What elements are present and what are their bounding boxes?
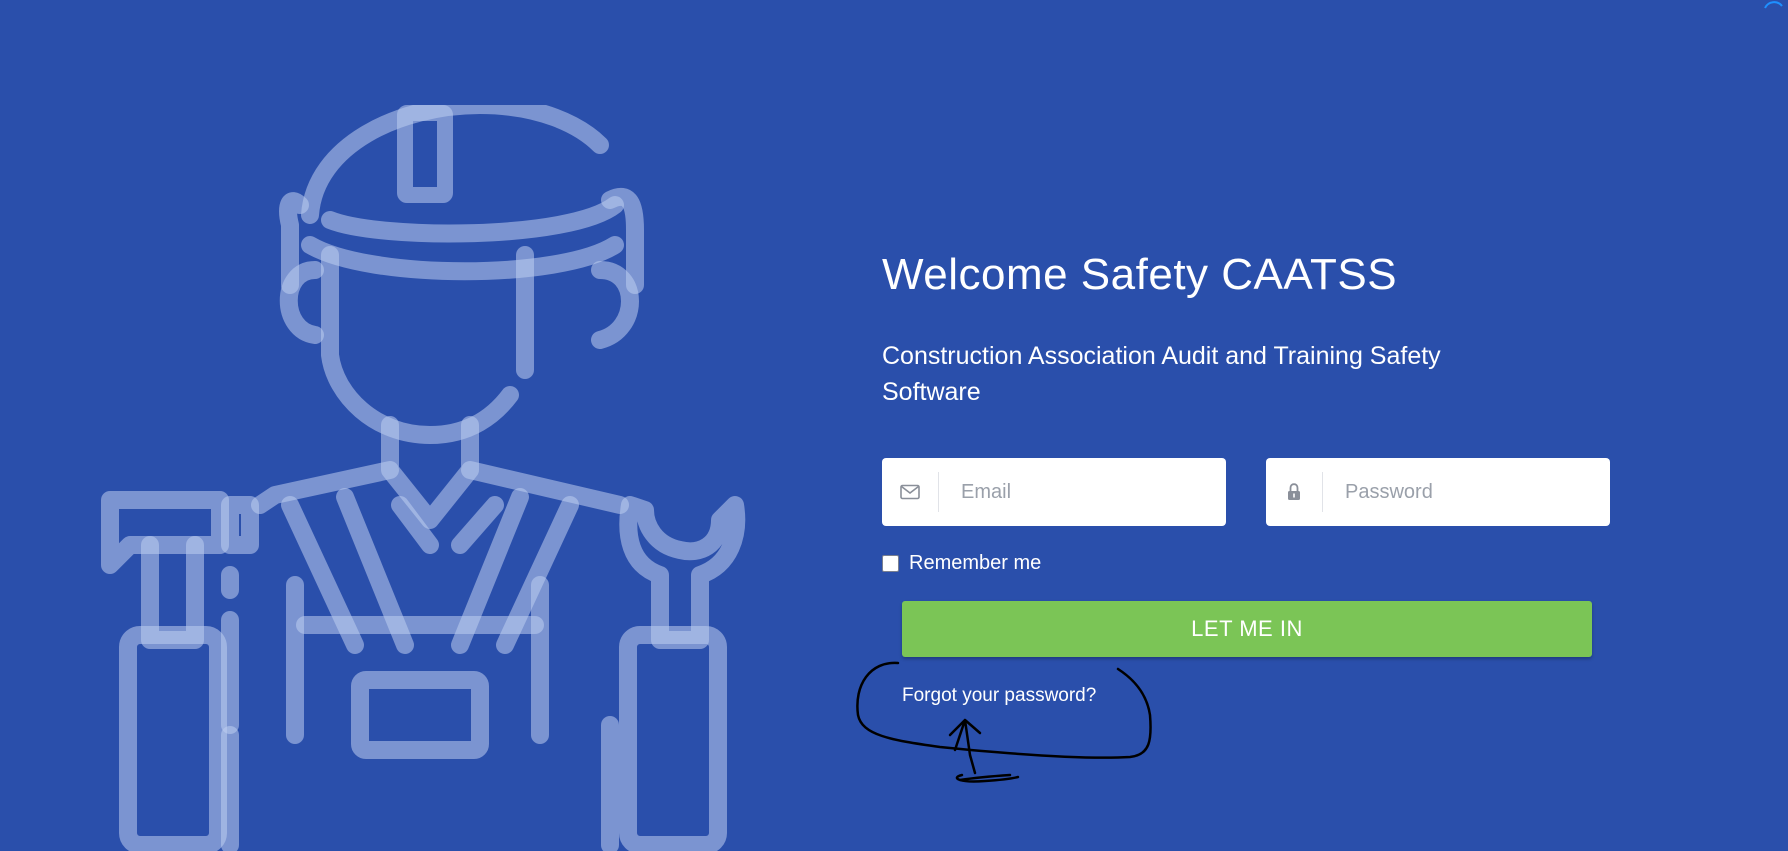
lock-icon xyxy=(1266,458,1322,526)
login-button[interactable]: LET ME IN xyxy=(902,601,1592,657)
login-panel: Welcome Safety CAATSS Construction Assoc… xyxy=(882,248,1612,707)
page-subtitle: Construction Association Audit and Train… xyxy=(882,342,1441,406)
password-input[interactable] xyxy=(1323,458,1610,526)
credentials-row xyxy=(882,458,1612,526)
page-title: Welcome Safety CAATSS xyxy=(882,250,1398,299)
annotation-scribble xyxy=(856,661,1152,783)
loading-spinner-icon xyxy=(1764,1,1783,9)
construction-worker-icon xyxy=(101,105,746,851)
remember-me-label[interactable]: Remember me xyxy=(909,552,1041,575)
remember-me-checkbox[interactable] xyxy=(882,555,899,572)
email-input[interactable] xyxy=(939,458,1226,526)
envelope-icon xyxy=(882,458,938,526)
remember-me-row: Remember me xyxy=(882,552,1612,575)
email-field[interactable] xyxy=(882,458,1226,526)
password-field[interactable] xyxy=(1266,458,1610,526)
